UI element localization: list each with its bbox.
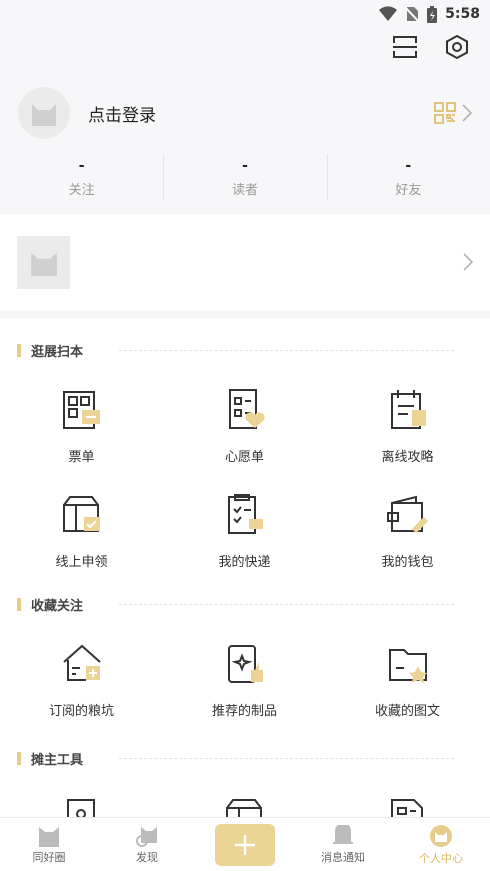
banner-thumbnail	[17, 235, 70, 289]
folder-star-icon	[388, 649, 427, 683]
house-icon	[62, 644, 101, 681]
tab-profile[interactable]: 个人中心	[392, 818, 490, 871]
plus-icon	[235, 834, 255, 855]
section-header: 逛展扫本	[0, 340, 490, 360]
add-button[interactable]	[215, 823, 275, 866]
menu-label: 心愿单	[224, 450, 264, 465]
stat-label: 好友	[395, 183, 422, 198]
clock: 5:58	[445, 6, 480, 22]
wallet-icon	[386, 495, 428, 534]
qr-code-icon	[434, 102, 456, 124]
bottom-tab-bar: 同好圈 发现 消息通知 个人中心	[0, 817, 490, 871]
section-title: 收藏关注	[31, 598, 84, 614]
box-check-icon	[62, 496, 100, 532]
chevron-right-icon	[463, 253, 473, 271]
section-header: 收藏关注	[0, 594, 490, 614]
calendar-icon	[390, 390, 426, 429]
menu-my-wallet[interactable]: 我的钱包	[326, 491, 489, 570]
login-label[interactable]: 点击登录	[88, 101, 434, 126]
section-accent-bar	[17, 597, 21, 611]
battery-icon	[427, 5, 438, 23]
tab-create[interactable]	[196, 818, 294, 871]
status-bar: 5:58	[0, 0, 490, 28]
tab-label: 发现	[136, 850, 158, 864]
menu-label: 票单	[68, 450, 95, 465]
stat-label: 关注	[68, 183, 95, 198]
section-accent-bar	[17, 343, 21, 357]
stat-following[interactable]: - 关注	[0, 158, 163, 198]
divider	[119, 603, 454, 605]
menu-recommended[interactable]: 推荐的制品	[163, 640, 326, 719]
ticket-icon	[62, 391, 100, 429]
qr-code-button[interactable]	[434, 102, 472, 124]
menu-label: 推荐的制品	[211, 704, 277, 719]
top-actions	[390, 32, 472, 62]
section-favorites: 收藏关注 订阅的粮坑 推荐的制品 收藏的图文	[0, 594, 490, 719]
stat-value: -	[78, 158, 85, 174]
menu-subscribed[interactable]: 订阅的粮坑	[0, 640, 163, 719]
gear-icon	[446, 34, 468, 60]
no-sim-icon	[405, 6, 420, 22]
profile-row[interactable]: 点击登录	[18, 87, 472, 139]
menu-label: 我的钱包	[381, 555, 434, 570]
avatar[interactable]	[18, 87, 70, 139]
scan-icon	[393, 36, 417, 58]
wishlist-icon	[228, 389, 265, 429]
section-accent-bar	[17, 751, 21, 765]
menu-label: 订阅的粮坑	[48, 704, 114, 719]
stat-value: -	[405, 158, 412, 174]
stat-value: -	[242, 158, 248, 174]
divider	[119, 349, 454, 351]
tab-notifications[interactable]: 消息通知	[294, 818, 392, 871]
stat-friends[interactable]: - 好友	[326, 154, 490, 200]
section-exhibition: 逛展扫本 票单 心愿单 离线攻略 线上申领 我的快递 我的钱包	[0, 340, 490, 570]
menu-my-delivery[interactable]: 我的快递	[163, 491, 326, 570]
menu-label: 线上申领	[55, 555, 108, 570]
scan-button[interactable]	[390, 32, 420, 62]
cat-placeholder-icon	[30, 252, 57, 276]
menu-wishlist[interactable]: 心愿单	[163, 386, 326, 465]
menu-label: 我的快递	[218, 555, 271, 570]
tab-discover[interactable]: 发现	[98, 818, 196, 871]
divider	[119, 757, 454, 759]
chevron-right-icon	[462, 104, 472, 122]
menu-tickets[interactable]: 票单	[0, 386, 163, 465]
grid-row: 票单 心愿单 离线攻略	[0, 386, 490, 465]
menu-area: 逛展扫本 票单 心愿单 离线攻略 线上申领 我的快递 我的钱包 收藏关注 订阅的…	[0, 318, 490, 837]
wifi-icon	[379, 6, 398, 22]
section-title: 摊主工具	[31, 752, 84, 768]
menu-offline-guide[interactable]: 离线攻略	[326, 386, 489, 465]
delivery-icon	[227, 494, 263, 534]
tab-label: 同好圈	[32, 850, 66, 864]
grid-row: 线上申领 我的快递 我的钱包	[0, 491, 490, 570]
menu-online-claim[interactable]: 线上申领	[0, 491, 163, 570]
cat-search-icon	[136, 826, 157, 847]
menu-label: 收藏的图文	[374, 704, 440, 719]
thumbs-up-icon	[227, 645, 263, 683]
cat-head-icon	[39, 826, 59, 847]
menu-saved-posts[interactable]: 收藏的图文	[326, 640, 489, 719]
tab-community[interactable]: 同好圈	[0, 818, 98, 871]
settings-button[interactable]	[442, 32, 472, 62]
menu-label: 离线攻略	[381, 450, 434, 465]
profile-cat-icon	[430, 824, 452, 847]
section-header: 摊主工具	[0, 748, 490, 768]
tab-label: 消息通知	[321, 850, 365, 864]
bell-icon	[333, 824, 353, 844]
section-title: 逛展扫本	[31, 344, 84, 360]
stat-readers[interactable]: - 读者	[163, 154, 326, 200]
stat-label: 读者	[231, 183, 258, 198]
cat-placeholder-icon	[32, 104, 56, 126]
banner-card[interactable]	[0, 214, 490, 310]
grid-row: 订阅的粮坑 推荐的制品 收藏的图文	[0, 640, 490, 719]
stats-row: - 关注 - 读者 - 好友	[0, 154, 490, 200]
tab-label: 个人中心	[419, 851, 463, 865]
